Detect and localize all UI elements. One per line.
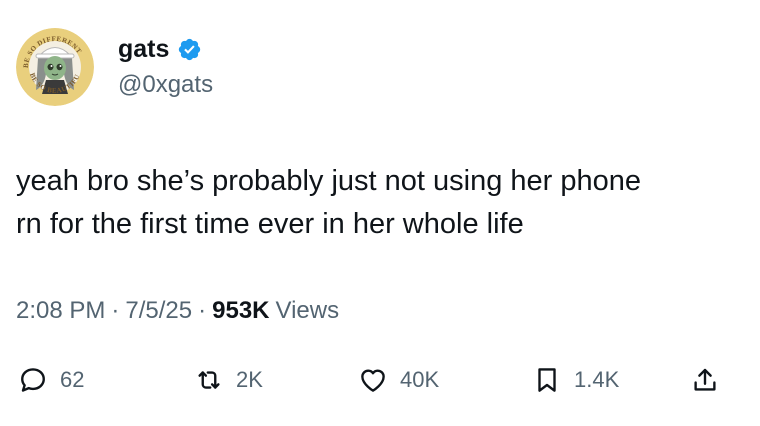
like-count: 40K (400, 367, 440, 392)
author-handle[interactable]: @0xgats (118, 70, 213, 100)
share-icon (694, 368, 716, 391)
share-button[interactable] (690, 360, 720, 400)
display-name[interactable]: gats (118, 34, 169, 64)
avatar-image: BE SO DIFFERENT BE SO BEAUTIFUL (16, 28, 94, 106)
repost-count: 2K (236, 367, 263, 392)
bookmark-button[interactable]: 1.4K (532, 360, 619, 400)
reply-icon (21, 368, 45, 392)
tweet-time[interactable]: 2:08 PM (16, 296, 105, 326)
views-label[interactable]: Views (276, 296, 340, 326)
meta-separator: · (198, 297, 207, 324)
bookmark-count: 1.4K (574, 367, 620, 392)
repost-icon (198, 371, 220, 389)
author-name-row[interactable]: gats (118, 34, 202, 64)
bookmark-icon (538, 368, 556, 392)
verified-badge-icon (179, 38, 201, 60)
views-count[interactable]: 953K (212, 296, 269, 326)
meta-separator: · (111, 297, 120, 324)
like-button[interactable]: 40K (358, 360, 439, 400)
tweet-text: yeah bro she’s probably just not using h… (16, 165, 642, 240)
repost-button[interactable]: 2K (194, 360, 263, 400)
heart-icon (361, 369, 385, 392)
tweet-date[interactable]: 7/5/25 (125, 296, 192, 326)
reply-count: 62 (60, 367, 85, 392)
tweet-meta: 2:08 PM · 7/5/25 · 953K Views (16, 296, 339, 326)
reply-button[interactable]: 62 (18, 360, 84, 400)
action-bar: 62 2K 40K 1.4K (0, 360, 760, 400)
avatar[interactable]: BE SO DIFFERENT BE SO BEAUTIFUL (16, 28, 94, 106)
